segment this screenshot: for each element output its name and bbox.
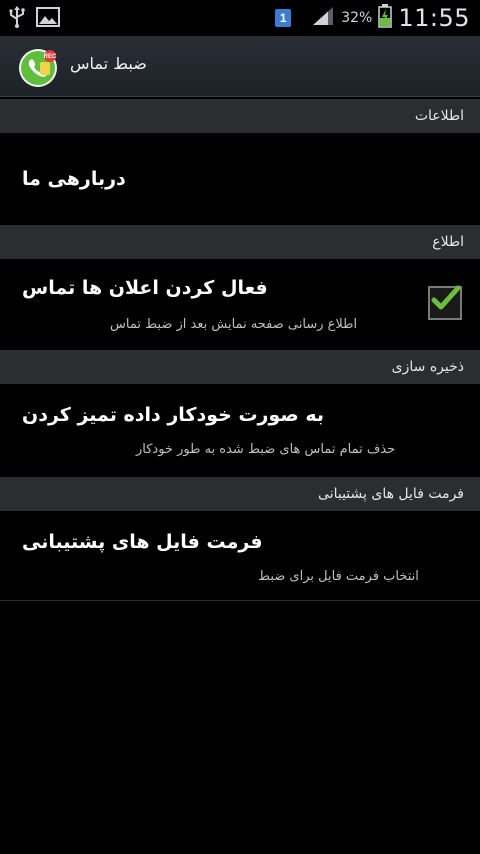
call-recorder-app-icon[interactable]: REC xyxy=(18,48,58,88)
image-icon xyxy=(36,7,60,31)
status-left-icons xyxy=(8,6,60,32)
auto-clean-item[interactable]: به صورت خودکار داده تمیز کردن حذف تمام ت… xyxy=(0,384,480,473)
notification-summary: اطلاع رسانی صفحه نمایش بعد از ضبط تماس xyxy=(110,317,358,332)
file-format-item[interactable]: فرمت فایل های پشتیبانی انتخاب فرمت فایل … xyxy=(0,511,480,600)
usb-icon xyxy=(8,6,26,32)
auto-clean-summary: حذف تمام تماس های ضبط شده به طور خودکار xyxy=(136,442,396,457)
notification-checkbox[interactable] xyxy=(428,285,462,320)
auto-clean-title: به صورت خودکار داده تمیز کردن xyxy=(22,404,325,426)
signal-icon xyxy=(311,5,335,31)
notification-toggle-item[interactable]: فعال کردن اعلان ها تماس اطلاع رسانی صفحه… xyxy=(0,259,480,348)
sim-card-icon: 1 xyxy=(275,9,292,27)
svg-text:REC: REC xyxy=(44,54,57,60)
page-title: ضبط تماس xyxy=(70,54,147,73)
file-format-summary: انتخاب فرمت فایل برای ضبط xyxy=(258,569,419,584)
status-bar: 1 32% 11:55 xyxy=(0,0,480,36)
section-header-storage: ذخیره سازی xyxy=(0,350,480,384)
action-bar: REC ضبط تماس xyxy=(0,36,480,97)
status-right-icons: 1 32% 11:55 xyxy=(275,4,470,32)
notification-title: فعال کردن اعلان ها تماس xyxy=(22,277,268,299)
list-divider xyxy=(0,600,480,601)
about-us-title: دربارهی ما xyxy=(22,168,126,190)
section-header-info: اطلاعات xyxy=(0,99,480,133)
clock: 11:55 xyxy=(398,4,470,32)
about-us-item[interactable]: دربارهی ما xyxy=(0,133,480,222)
battery-charging-icon xyxy=(378,4,393,32)
checkmark-icon xyxy=(431,285,461,310)
battery-percent: 32% xyxy=(341,10,373,26)
file-format-title: فرمت فایل های پشتیبانی xyxy=(22,531,263,553)
section-header-file-format: فرمت فایل های پشتیبانی xyxy=(0,477,480,511)
section-header-notification: اطلاع xyxy=(0,225,480,259)
